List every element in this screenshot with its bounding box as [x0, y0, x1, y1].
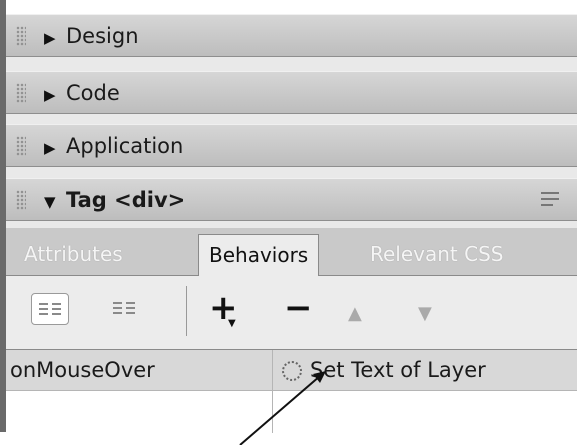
action-cell[interactable]: Set Text of Layer	[282, 350, 486, 390]
behaviors-toolbar: + ▼ − ▲ ▼	[6, 276, 577, 349]
collapsed-triangle-icon[interactable]: ▶	[44, 139, 56, 157]
panel-group-title[interactable]: Design	[66, 24, 139, 48]
action-label: Set Text of Layer	[310, 358, 486, 382]
move-up-button[interactable]: ▲	[348, 294, 362, 334]
gear-icon	[282, 361, 302, 381]
grip-icon[interactable]	[16, 190, 26, 210]
tag-inspector-tabs: Attributes Behaviors Relevant CSS	[6, 228, 577, 276]
table-row[interactable]: onMouseOver Set Text of Layer	[6, 350, 577, 391]
move-down-button[interactable]: ▼	[418, 294, 432, 334]
panel-group-tag[interactable]: ▼ Tag <div>	[6, 178, 577, 221]
top-strip	[0, 0, 577, 14]
panel-group-application[interactable]: ▶ Application	[6, 124, 577, 167]
panel-group-design[interactable]: ▶ Design	[6, 14, 577, 57]
tab-relevant-css[interactable]: Relevant CSS	[360, 234, 514, 274]
tab-attributes[interactable]: Attributes	[14, 234, 133, 274]
expanded-triangle-icon[interactable]: ▼	[44, 193, 56, 211]
grip-icon[interactable]	[16, 136, 26, 156]
toolbar-divider	[186, 286, 187, 336]
event-cell[interactable]: onMouseOver	[10, 350, 155, 390]
show-all-events-icon[interactable]	[106, 293, 144, 325]
panel-group-code[interactable]: ▶ Code	[6, 71, 577, 114]
collapsed-triangle-icon[interactable]: ▶	[44, 29, 56, 47]
dropdown-arrow-icon[interactable]: ▼	[228, 318, 236, 329]
table-row[interactable]	[6, 391, 577, 431]
grip-icon[interactable]	[16, 26, 26, 46]
grip-icon[interactable]	[16, 83, 26, 103]
show-set-events-icon[interactable]	[31, 293, 69, 325]
collapsed-triangle-icon[interactable]: ▶	[44, 86, 56, 104]
panel-group-title[interactable]: Application	[66, 134, 183, 158]
panel-options-menu-icon[interactable]	[536, 189, 562, 211]
panel-group-title[interactable]: Code	[66, 81, 120, 105]
behaviors-table: onMouseOver Set Text of Layer	[6, 349, 577, 433]
panel-group-title[interactable]: Tag <div>	[66, 188, 185, 212]
remove-behavior-button[interactable]: −	[284, 288, 313, 328]
tab-behaviors[interactable]: Behaviors	[198, 234, 320, 276]
